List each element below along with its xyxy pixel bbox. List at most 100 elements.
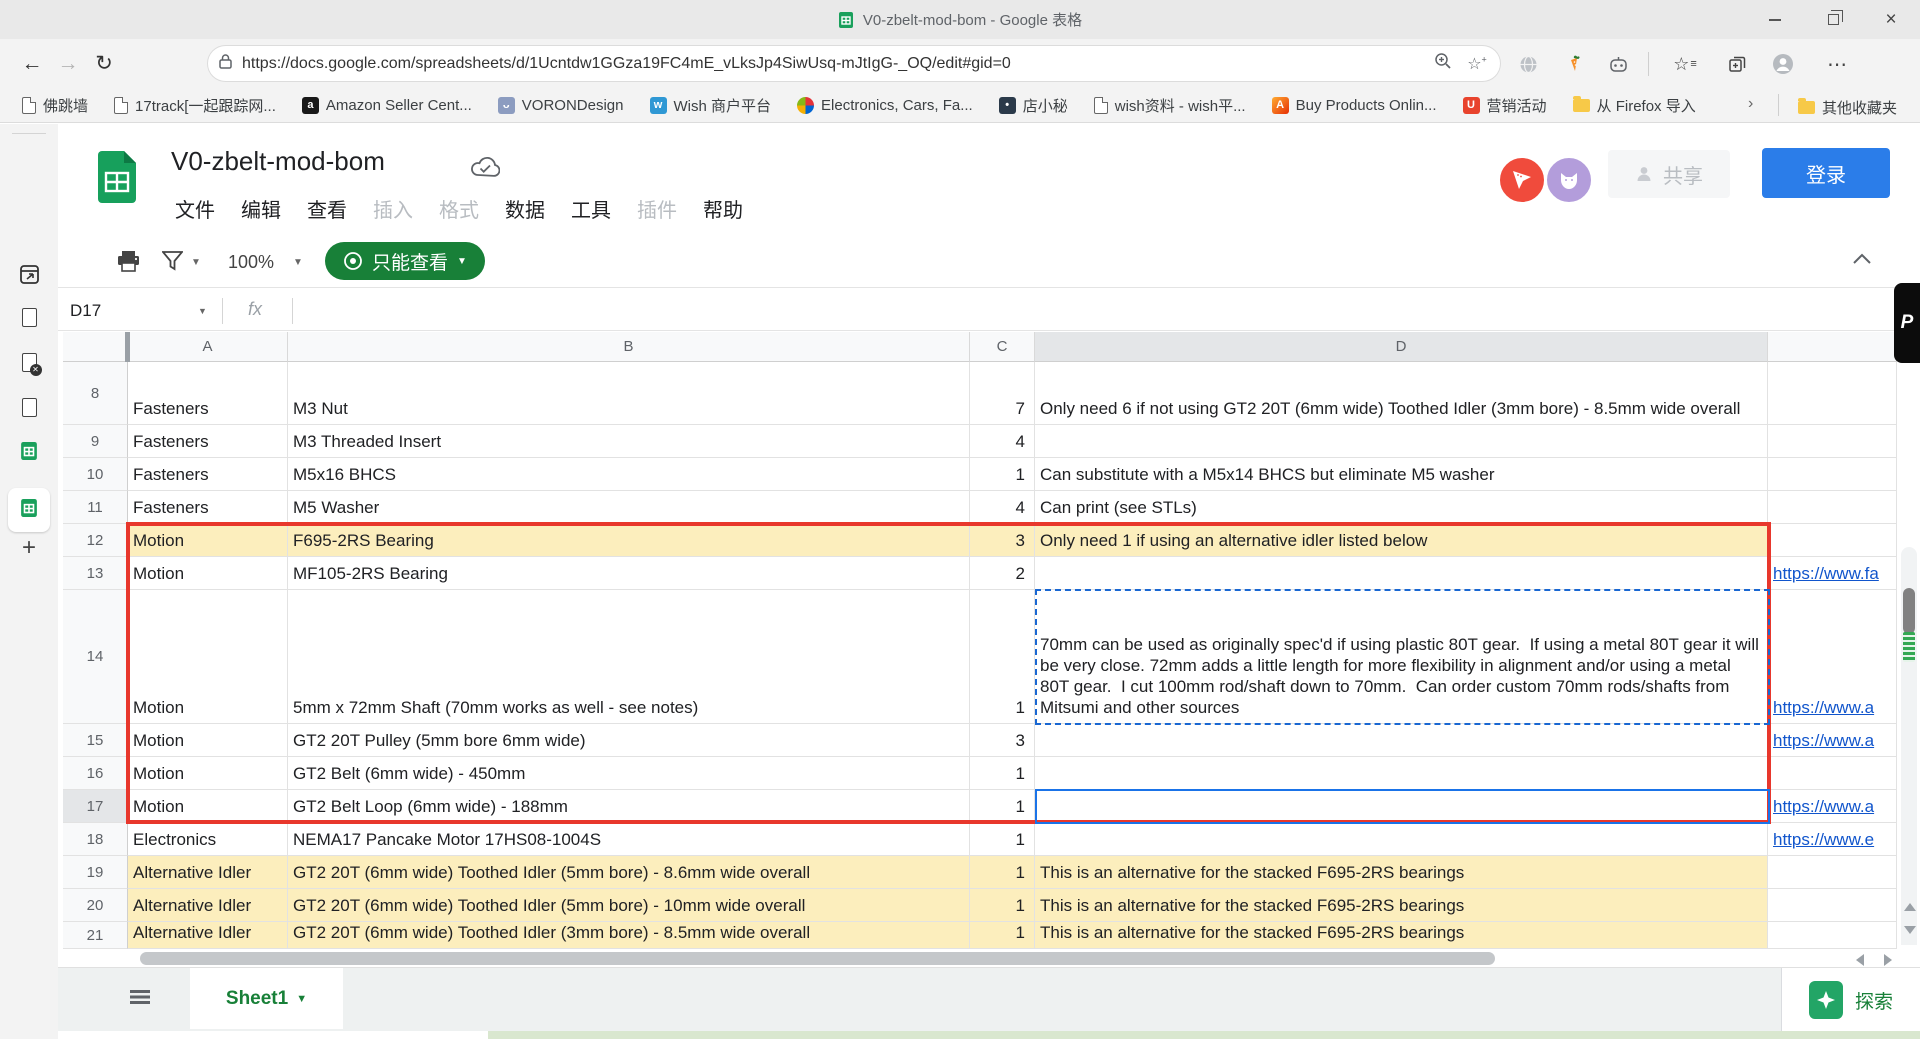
sheets-logo[interactable] (98, 151, 136, 208)
explore-button[interactable]: 探索 (1781, 968, 1920, 1032)
share-button[interactable]: 共享 (1608, 150, 1730, 198)
cell-C20[interactable]: 1 (970, 889, 1035, 922)
forward-button[interactable]: → (50, 52, 86, 76)
browser-menu-icon[interactable]: ⋯ (1822, 50, 1852, 78)
cell-E20[interactable] (1768, 889, 1897, 922)
collapse-toolbar-icon[interactable] (1852, 252, 1872, 271)
cell-E11[interactable] (1768, 491, 1897, 524)
bookmark-item[interactable]: w Wish 商户平台 (649, 95, 771, 116)
filter-icon[interactable] (161, 251, 184, 276)
cell-C21[interactable]: 1 (970, 922, 1035, 949)
cell-D20[interactable]: This is an alternative for the stacked F… (1035, 889, 1768, 922)
new-tab-button[interactable]: + (19, 534, 39, 561)
menu-2[interactable]: 编辑 (241, 194, 281, 223)
cell-C14[interactable]: 1 (970, 590, 1035, 724)
cell-D8[interactable]: Only need 6 if not using GT2 20T (6mm wi… (1035, 362, 1768, 425)
cell-C16[interactable]: 1 (970, 757, 1035, 790)
row-header-17[interactable]: 17 (63, 790, 128, 823)
cell-link[interactable]: https://www.e (1773, 829, 1874, 850)
cell-A20[interactable]: Alternative Idler (128, 889, 288, 922)
cell-C13[interactable]: 2 (970, 557, 1035, 590)
cell-C10[interactable]: 1 (970, 458, 1035, 491)
cell-D13[interactable] (1035, 557, 1768, 590)
cell-C9[interactable]: 4 (970, 425, 1035, 458)
cell-E15[interactable]: https://www.a (1768, 724, 1897, 757)
bookmarks-overflow-chevron[interactable]: › (1748, 95, 1753, 113)
cell-C18[interactable]: 1 (970, 823, 1035, 856)
bookmark-item[interactable]: Electronics, Cars, Fa... (797, 96, 973, 114)
robot-extension-icon[interactable] (1603, 50, 1633, 78)
cell-E16[interactable] (1768, 757, 1897, 790)
row-header-15[interactable]: 15 (63, 724, 128, 757)
add-favorite-icon[interactable]: ☆+ (1460, 54, 1494, 74)
cell-D11[interactable]: Can print (see STLs) (1035, 491, 1768, 524)
scroll-down-arrow[interactable] (1904, 926, 1916, 934)
cell-E17[interactable]: https://www.a (1768, 790, 1897, 823)
cell-B13[interactable]: MF105-2RS Bearing (288, 557, 970, 590)
bookmark-item[interactable]: 佛跳墙 (22, 95, 88, 116)
scroll-left-arrow[interactable] (1856, 954, 1864, 966)
all-sheets-menu-icon[interactable] (130, 990, 150, 1007)
cell-A16[interactable]: Motion (128, 757, 288, 790)
signin-button[interactable]: 登录 (1762, 148, 1890, 198)
tab-window-icon[interactable] (19, 264, 39, 284)
cell-D16[interactable] (1035, 757, 1768, 790)
row-header-19[interactable]: 19 (63, 856, 128, 889)
sidebar-peek-widget[interactable]: P (1894, 283, 1920, 363)
bookmark-item[interactable]: wish资料 - wish平... (1093, 95, 1246, 116)
cell-E9[interactable] (1768, 425, 1897, 458)
menu-1[interactable]: 文件 (175, 194, 215, 223)
profile-avatar-icon[interactable] (1768, 50, 1798, 78)
cell-D14[interactable]: 70mm can be used as originally spec'd if… (1035, 590, 1768, 724)
zoom-select[interactable]: 100% (228, 252, 274, 273)
bookmark-item[interactable]: 从 Firefox 导入 (1572, 95, 1696, 116)
cell-D15[interactable] (1035, 724, 1768, 757)
cell-link[interactable]: https://www.fa (1773, 563, 1879, 584)
doc-title[interactable]: V0-zbelt-mod-bom (171, 146, 385, 177)
cell-B20[interactable]: GT2 20T (6mm wide) Toothed Idler (5mm bo… (288, 889, 970, 922)
grid-corner[interactable] (63, 332, 128, 362)
bookmark-item[interactable]: a Amazon Seller Cent... (301, 96, 472, 114)
other-favorites[interactable]: 其他收藏夹 (1798, 97, 1897, 118)
cell-E10[interactable] (1768, 458, 1897, 491)
cell-B11[interactable]: M5 Washer (288, 491, 970, 524)
row-header-9[interactable]: 9 (63, 425, 128, 458)
cell-E21[interactable] (1768, 922, 1897, 949)
cell-A19[interactable]: Alternative Idler (128, 856, 288, 889)
cell-E19[interactable] (1768, 856, 1897, 889)
tab-page-close-icon[interactable]: ✕ (19, 352, 42, 376)
address-bar[interactable]: https://docs.google.com/spreadsheets/d/1… (208, 46, 1500, 81)
menu-9[interactable]: 帮助 (703, 194, 743, 223)
cell-B14[interactable]: 5mm x 72mm Shaft (70mm works as well - s… (288, 590, 970, 724)
tab-page-icon[interactable] (19, 307, 39, 327)
cell-C17[interactable]: 1 (970, 790, 1035, 823)
row-header-14[interactable]: 14 (63, 590, 128, 724)
row-header-8[interactable]: 8 (63, 362, 128, 425)
minimize-button[interactable] (1752, 0, 1798, 39)
column-header-E[interactable] (1768, 332, 1897, 362)
cell-A8[interactable]: Fasteners (128, 362, 288, 425)
cell-B9[interactable]: M3 Threaded Insert (288, 425, 970, 458)
tab-sheets-icon[interactable] (19, 441, 39, 461)
scroll-up-arrow[interactable] (1904, 903, 1916, 911)
menu-7[interactable]: 工具 (571, 194, 611, 223)
column-header-D[interactable]: D (1035, 332, 1768, 362)
row-header-13[interactable]: 13 (63, 557, 128, 590)
cell-link[interactable]: https://www.a (1773, 730, 1874, 751)
print-icon[interactable] (117, 250, 140, 277)
cell-link[interactable]: https://www.a (1773, 796, 1874, 817)
back-button[interactable]: ← (14, 52, 50, 76)
cell-A14[interactable]: Motion (128, 590, 288, 724)
zoom-page-icon[interactable] (1426, 52, 1460, 75)
cell-A18[interactable]: Electronics (128, 823, 288, 856)
menu-3[interactable]: 查看 (307, 194, 347, 223)
vertical-scrollbar-thumb[interactable] (1903, 588, 1915, 634)
cell-A11[interactable]: Fasteners (128, 491, 288, 524)
cell-B8[interactable]: M3 Nut (288, 362, 970, 425)
cell-D18[interactable] (1035, 823, 1768, 856)
cell-A13[interactable]: Motion (128, 557, 288, 590)
cell-B12[interactable]: F695-2RS Bearing (288, 524, 970, 557)
cell-A10[interactable]: Fasteners (128, 458, 288, 491)
cell-B18[interactable]: NEMA17 Pancake Motor 17HS08-1004S (288, 823, 970, 856)
cell-D17[interactable] (1035, 790, 1768, 823)
